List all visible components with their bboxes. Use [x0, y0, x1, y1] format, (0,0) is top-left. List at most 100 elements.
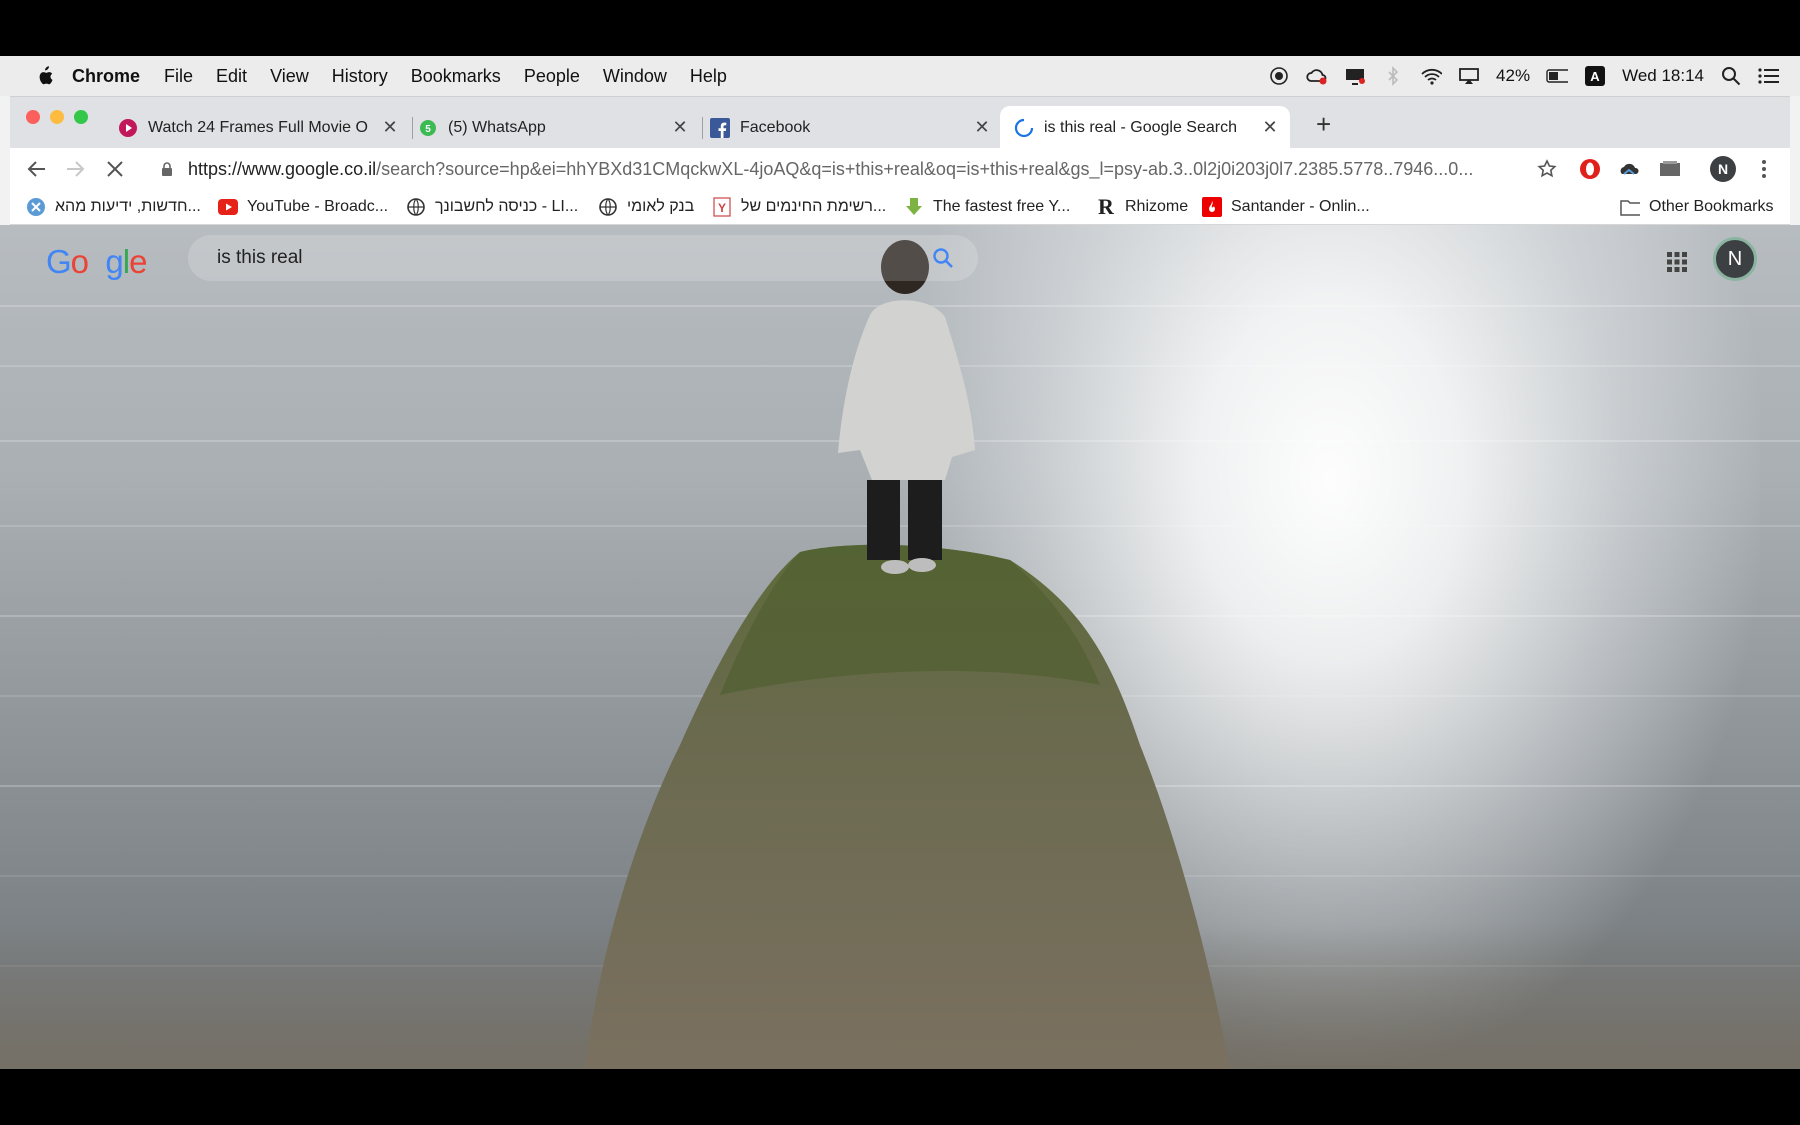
letterbox-top — [0, 0, 1800, 56]
input-source-icon[interactable]: A — [1584, 65, 1606, 87]
tab-close-icon[interactable]: ✕ — [670, 117, 690, 138]
bookmark-item[interactable]: כניסה לחשבונך - LI... — [406, 195, 578, 219]
svg-text:A: A — [1590, 69, 1600, 84]
creative-cloud-icon[interactable] — [1306, 65, 1328, 87]
tab-close-icon[interactable]: ✕ — [1260, 117, 1280, 138]
bookmark-label: כניסה לחשבונך - LI... — [435, 198, 579, 215]
menu-history[interactable]: History — [332, 66, 388, 87]
window-zoom-button[interactable] — [74, 110, 88, 124]
menubar-status-area: 42% A Wed 18:14 — [1268, 56, 1780, 96]
bookmark-item[interactable]: YouTube - Broadc... — [218, 195, 388, 219]
tab-watch-24-frames[interactable]: Watch 24 Frames Full Movie O ✕ — [118, 106, 410, 149]
bookmark-star-icon[interactable] — [1532, 154, 1562, 184]
url-host: https://www.google.co.il — [188, 158, 377, 179]
notification-center-icon[interactable] — [1758, 65, 1780, 87]
spotlight-search-icon[interactable] — [1720, 65, 1742, 87]
cloud-extension-icon[interactable] — [1618, 157, 1642, 181]
play-icon — [118, 118, 138, 138]
globe-icon — [406, 197, 426, 217]
menu-bookmarks[interactable]: Bookmarks — [411, 66, 501, 87]
r-icon: R — [1098, 194, 1114, 219]
browser-toolbar: https://www.google.co.il/search?source=h… — [10, 148, 1790, 190]
bookmark-label: Other Bookmarks — [1649, 198, 1774, 215]
stop-loading-icon[interactable] — [100, 154, 130, 184]
bookmark-label: Santander - Onlin... — [1231, 198, 1370, 215]
tab-title: Watch 24 Frames Full Movie O — [148, 118, 368, 136]
menu-edit[interactable]: Edit — [216, 66, 247, 87]
more-menu-icon[interactable] — [1752, 157, 1776, 181]
page-content: Google N — [0, 225, 1800, 1069]
person-figure — [838, 240, 975, 574]
svg-text:Y: Y — [718, 201, 726, 215]
display-icon[interactable] — [1344, 65, 1366, 87]
bookmark-label: Rhizome — [1125, 198, 1189, 215]
bookmark-item[interactable]: R Rhizome — [1096, 194, 1189, 219]
tab-google-search[interactable]: is this real - Google Search ✕ — [1000, 106, 1290, 149]
window-close-button[interactable] — [26, 110, 40, 124]
globe-icon — [598, 197, 618, 217]
record-icon[interactable] — [1268, 65, 1290, 87]
opera-extension-icon[interactable] — [1578, 157, 1602, 181]
bookmark-label: רשימת החינמים של... — [741, 198, 887, 215]
profile-avatar[interactable]: N — [1710, 156, 1736, 182]
lock-icon[interactable] — [158, 161, 176, 177]
back-arrow-icon[interactable] — [22, 154, 52, 184]
bookmark-item[interactable]: Y רשימת החינמים של... — [712, 195, 886, 219]
bookmark-label: חדשות, ידיעות מהא... — [55, 198, 201, 215]
menubar-clock[interactable]: Wed 18:14 — [1622, 66, 1704, 86]
tab-close-icon[interactable]: ✕ — [972, 117, 992, 138]
svg-text:5: 5 — [425, 124, 431, 135]
tab-title: is this real - Google Search — [1044, 118, 1237, 136]
url-path: /search?source=hp&ei=hhYBXd31CMqckwXL-4j… — [376, 158, 1474, 179]
window-minimize-button[interactable] — [50, 110, 64, 124]
background-photo — [0, 240, 1800, 1069]
screen: Chrome File Edit View History Bookmarks … — [0, 56, 1800, 1069]
google-apps-grid-icon[interactable] — [1666, 251, 1688, 273]
tab-separator — [702, 117, 703, 139]
google-search-input[interactable] — [215, 246, 819, 270]
bookmark-folder[interactable]: Other Bookmarks — [1620, 195, 1773, 219]
loading-spinner-icon — [1014, 118, 1034, 138]
google-search-box[interactable] — [188, 235, 978, 281]
tab-whatsapp[interactable]: 5 (5) WhatsApp ✕ — [418, 106, 700, 149]
address-bar[interactable]: https://www.google.co.il/search?source=h… — [158, 153, 1568, 185]
bookmark-item[interactable]: בנק לאומי — [598, 195, 694, 219]
youtube-icon — [218, 197, 238, 217]
apple-icon[interactable] — [32, 65, 56, 87]
bookmark-label: The fastest free Y... — [933, 198, 1071, 215]
google-account-avatar[interactable]: N — [1713, 237, 1757, 281]
bluetooth-icon[interactable] — [1382, 65, 1404, 87]
url-text[interactable]: https://www.google.co.il/search?source=h… — [188, 159, 1518, 180]
media-extension-icon[interactable] — [1658, 157, 1682, 181]
whatsapp-icon: 5 — [418, 118, 438, 138]
tab-title: Facebook — [740, 118, 811, 136]
menu-app-name[interactable]: Chrome — [72, 66, 140, 87]
bookmark-label: YouTube - Broadc... — [247, 198, 389, 215]
forward-arrow-icon[interactable] — [60, 154, 90, 184]
search-icon[interactable] — [932, 247, 954, 269]
new-tab-plus-icon[interactable]: + — [1316, 111, 1331, 137]
menu-view[interactable]: View — [270, 66, 309, 87]
battery-icon[interactable] — [1546, 65, 1569, 87]
wifi-icon[interactable] — [1420, 65, 1443, 87]
bookmark-item[interactable]: Santander - Onlin... — [1202, 195, 1370, 219]
airplay-icon[interactable] — [1458, 65, 1480, 87]
santander-icon — [1202, 197, 1222, 217]
mac-menubar: Chrome File Edit View History Bookmarks … — [0, 56, 1800, 96]
google-logo[interactable]: Google — [46, 243, 147, 281]
download-icon — [904, 197, 924, 217]
menu-file[interactable]: File — [164, 66, 193, 87]
letterbox-bottom — [0, 1069, 1800, 1125]
bookmark-item[interactable]: חדשות, ידיעות מהא... — [26, 195, 201, 219]
tab-close-icon[interactable]: ✕ — [380, 117, 400, 138]
x-icon — [26, 197, 46, 217]
battery-percentage: 42% — [1496, 66, 1531, 85]
tab-facebook[interactable]: Facebook ✕ — [710, 106, 1002, 149]
tab-title: (5) WhatsApp — [448, 118, 546, 136]
menu-window[interactable]: Window — [603, 66, 667, 87]
menu-people[interactable]: People — [524, 66, 580, 87]
folder-icon — [1620, 197, 1640, 217]
bookmark-item[interactable]: The fastest free Y... — [904, 195, 1070, 219]
menu-help[interactable]: Help — [690, 66, 727, 87]
bookmark-label: בנק לאומי — [627, 198, 695, 215]
